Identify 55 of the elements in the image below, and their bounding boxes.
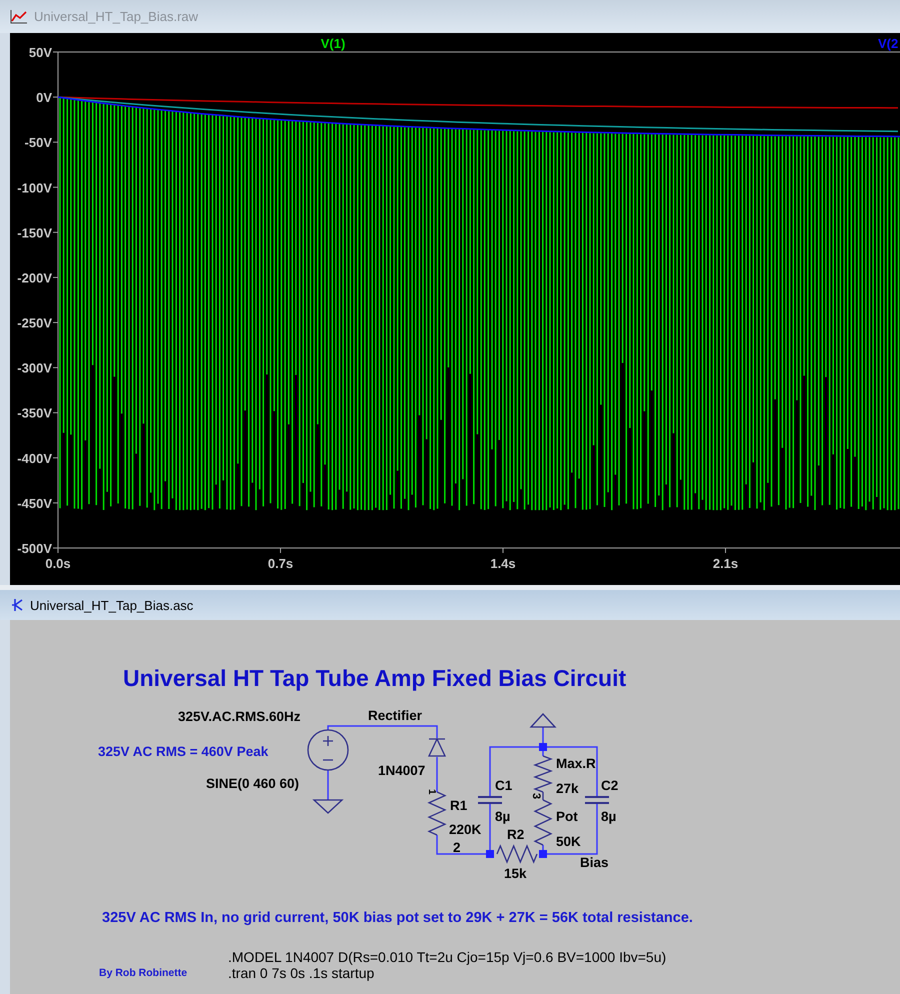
diode-label: Rectifier	[368, 708, 422, 723]
resistor-symbol	[427, 791, 447, 836]
component-name: R1	[450, 798, 468, 813]
y-tick-label: -150V	[17, 225, 52, 240]
y-tick-label: -350V	[17, 406, 52, 421]
y-tick-label: -500V	[17, 541, 52, 556]
y-tick-label: -100V	[17, 180, 52, 196]
y-tick-label: -450V	[17, 496, 52, 511]
x-tick-label: 2.1s	[712, 556, 738, 571]
source-note: 325V AC RMS = 460V Peak	[98, 744, 268, 759]
x-tick-label: 0.7s	[268, 556, 294, 571]
capacitor-symbol	[584, 796, 610, 804]
diode-symbol	[428, 738, 446, 757]
component-name: R2	[507, 827, 524, 842]
pin-number: 2	[453, 840, 461, 855]
author-credit: By Rob Robinette	[99, 967, 188, 979]
trace-label[interactable]: V(1)	[320, 36, 346, 51]
component-value: 8µ	[601, 809, 616, 824]
ground-symbol	[312, 799, 344, 814]
net-label: Bias	[580, 855, 609, 870]
source-function: SINE(0 460 60)	[206, 776, 300, 791]
y-tick-label: -300V	[17, 360, 52, 376]
x-tick-label: 1.4s	[490, 556, 516, 571]
component-name: Max.R	[556, 756, 596, 771]
spice-directive: .MODEL 1N4007 D(Rs=0.010 Tt=2u Cjo=15p Vj=0.6 BV=1000 Ibv=5u)	[228, 949, 666, 965]
circuit-note: 325V AC RMS In, no grid current, 50K bias pot set to 29K + 27K = 56K total resistance.	[102, 910, 693, 926]
window-title: Universal_HT_Tap_Bias.asc	[30, 598, 194, 612]
source-spec: 325V.AC.RMS.60Hz	[178, 709, 301, 724]
y-tick-label: 50V	[28, 45, 52, 60]
component-value: 220K	[449, 822, 482, 837]
component-value: 27k	[556, 781, 579, 796]
y-tick-label: -250V	[17, 316, 52, 331]
voltage-source-symbol	[307, 729, 349, 771]
component-name: Pot	[556, 809, 578, 824]
component-value: 8µ	[495, 809, 510, 824]
y-tick-label: -200V	[17, 270, 52, 286]
ground-symbol	[530, 713, 556, 728]
capacitor-symbol	[477, 796, 503, 804]
pin-number: 3	[530, 793, 542, 800]
y-tick-label: -50V	[24, 135, 52, 150]
y-tick-label: -400V	[17, 450, 52, 466]
plot-window-icon	[10, 8, 28, 24]
component-name: C2	[601, 778, 618, 793]
spice-directive: .tran 0 7s 0s .1s startup	[228, 965, 374, 981]
component-name: C1	[495, 778, 512, 793]
component-value: 15k	[504, 866, 527, 881]
schematic-window-icon	[10, 597, 24, 613]
y-tick-label: 0V	[36, 90, 52, 106]
x-tick-label: 0.0s	[45, 556, 71, 571]
component-value: 50K	[556, 834, 581, 849]
window-title: Universal_HT_Tap_Bias.raw	[34, 9, 198, 24]
pin-number: 1	[426, 789, 437, 795]
diode-model: 1N4007	[378, 763, 426, 778]
resistor-symbol	[533, 755, 553, 793]
schematic-heading: Universal HT Tap Tube Amp Fixed Bias Circuit	[123, 665, 626, 691]
